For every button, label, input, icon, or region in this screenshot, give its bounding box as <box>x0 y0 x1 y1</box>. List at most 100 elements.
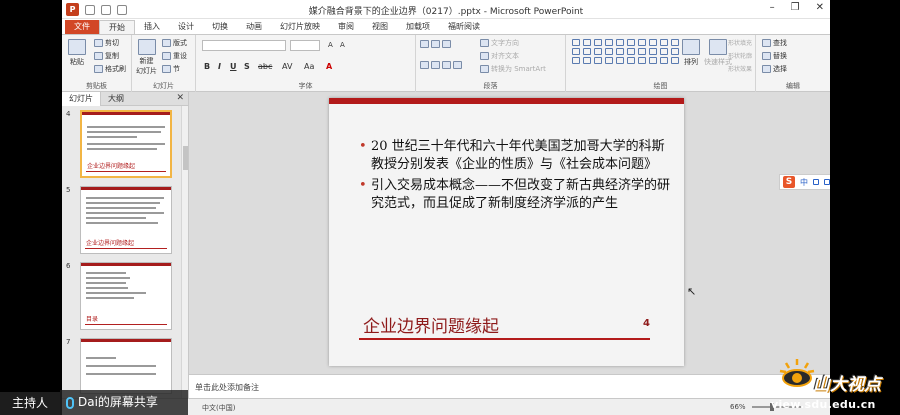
tab-insert[interactable]: 插入 <box>135 20 169 34</box>
ribbon-tabs: 文件 开始 插入 设计 切换 动画 幻灯片放映 审阅 视图 加载项 福昕阅读 <box>62 19 830 34</box>
find-button[interactable]: 查找 <box>762 38 787 48</box>
slide-number: 5 <box>66 186 71 194</box>
tab-view[interactable]: 视图 <box>363 20 397 34</box>
underline-button[interactable]: U <box>230 62 237 71</box>
italic-button[interactable]: I <box>218 62 221 71</box>
slide-title[interactable]: 企业边界问题缘起 <box>363 312 499 337</box>
layout-button[interactable]: 版式 <box>162 38 187 48</box>
bullet-item: 引入交易成本概念——不但改变了新古典经济学的研究范式，而且促成了新制度经济学派的… <box>359 177 671 213</box>
smartart-button[interactable]: 转换为 SmartArt <box>480 64 546 74</box>
eye-logo-icon <box>779 359 815 387</box>
panel-tabs: 幻灯片 大纲 ✕ <box>62 91 188 106</box>
align-text-button[interactable]: 对齐文本 <box>480 51 519 61</box>
tab-home[interactable]: 开始 <box>99 20 135 34</box>
slide-canvas[interactable]: 20 世纪三十年代和六十年代美国芝加哥大学的科斯教授分别发表《企业的性质》与《社… <box>329 98 684 366</box>
close-icon[interactable]: ✕ <box>176 93 184 103</box>
bullets-icon[interactable] <box>420 40 451 48</box>
notes-placeholder: 单击此处添加备注 <box>195 383 259 392</box>
strikethrough-button[interactable]: abc <box>258 62 272 71</box>
change-case-button[interactable]: Aa <box>304 62 314 71</box>
section-icon <box>162 65 171 73</box>
tab-slideshow[interactable]: 幻灯片放映 <box>271 20 329 34</box>
shapes-gallery[interactable] <box>572 39 680 64</box>
new-slide-button[interactable]: 新建 幻灯片 <box>136 39 157 75</box>
copy-button[interactable]: 复制 <box>94 51 119 61</box>
text-direction-button[interactable]: 文字方向 <box>480 38 519 48</box>
restore-button[interactable]: ❐ <box>791 2 800 13</box>
group-label: 幻灯片 <box>153 82 174 90</box>
shape-outline-button[interactable]: 形状轮廓 <box>728 51 752 60</box>
section-button[interactable]: 节 <box>162 64 180 74</box>
host-label: 主持人 <box>0 392 60 415</box>
tab-addins[interactable]: 加载项 <box>397 20 439 34</box>
new-slide-icon <box>137 39 156 55</box>
text-direction-icon <box>480 39 489 47</box>
tab-animations[interactable]: 动画 <box>237 20 271 34</box>
shape-effects-button[interactable]: 形状效果 <box>728 64 752 73</box>
brand-url: view.sdu.edu.cn <box>771 398 876 411</box>
align-icon[interactable] <box>420 61 462 69</box>
shrink-font-icon[interactable]: A <box>340 41 345 49</box>
tab-slides[interactable]: 幻灯片 <box>62 91 101 106</box>
sogou-icon: S <box>783 176 795 188</box>
brand-text: 山大视点 <box>813 375 881 395</box>
group-font: A A B I U S abc AV Aa A 字体 <box>196 35 416 92</box>
thumbnail-caption: 企业边界问题缘起 <box>86 240 135 247</box>
arrange-button[interactable]: 排列 <box>682 39 700 67</box>
language-indicator[interactable]: 中文(中国) <box>202 403 235 413</box>
close-button[interactable]: ✕ <box>816 2 824 13</box>
arrange-icon <box>682 39 700 55</box>
slide-workspace: 20 世纪三十年代和六十年代美国芝加哥大学的科斯教授分别发表《企业的性质》与《社… <box>189 92 830 374</box>
layout-icon <box>162 39 171 47</box>
watermark-logo: 山大视点 view.sdu.edu.cn <box>765 348 900 415</box>
copy-icon <box>94 52 103 60</box>
char-spacing-button[interactable]: AV <box>282 62 292 71</box>
cut-button[interactable]: 剪切 <box>94 38 119 48</box>
tab-design[interactable]: 设计 <box>169 20 203 34</box>
window-title: 媒介融合背景下的企业边界（0217）.pptx - Microsoft Powe… <box>308 7 584 17</box>
tab-review[interactable]: 审阅 <box>329 20 363 34</box>
grow-font-icon[interactable]: A <box>328 41 333 49</box>
format-painter-button[interactable]: 格式刷 <box>94 64 126 74</box>
tab-file[interactable]: 文件 <box>65 20 99 34</box>
emoji-icon <box>824 179 830 185</box>
font-name-combo[interactable] <box>202 40 286 51</box>
font-color-button[interactable]: A <box>326 62 332 71</box>
reset-button[interactable]: 重设 <box>162 51 187 61</box>
notes-pane[interactable]: 单击此处添加备注 <box>189 374 830 398</box>
slide-body[interactable]: 20 世纪三十年代和六十年代美国芝加哥大学的科斯教授分别发表《企业的性质》与《社… <box>359 138 671 216</box>
slides-panel: 幻灯片 大纲 ✕ 4 企业边界问题缘起 5 企业边界问题缘起 6 目录 7 <box>62 91 189 398</box>
replace-icon <box>762 52 771 60</box>
group-editing: 查找 替换 选择 编辑 <box>756 35 830 92</box>
bullet-item: 20 世纪三十年代和六十年代美国芝加哥大学的科斯教授分别发表《企业的性质》与《社… <box>359 138 671 174</box>
ime-mode: 中 <box>800 177 808 187</box>
group-drawing: 排列 快速样式 形状填充 形状轮廓 形状效果 绘图 <box>566 35 756 92</box>
select-button[interactable]: 选择 <box>762 64 787 74</box>
group-label: 段落 <box>483 82 498 90</box>
thumbnail-caption: 企业边界问题缘起 <box>87 163 136 170</box>
minimize-button[interactable]: – <box>770 2 775 13</box>
group-label: 编辑 <box>786 82 800 90</box>
bold-button[interactable]: B <box>204 62 210 71</box>
screen-share-text: Dai的屏幕共享 <box>78 395 158 409</box>
title-bar: P 媒介融合背景下的企业边界（0217）.pptx - Microsoft Po… <box>62 0 830 19</box>
title-underline <box>359 338 650 340</box>
zoom-level[interactable]: 66% <box>730 403 746 411</box>
shadow-button[interactable]: S <box>244 62 250 71</box>
tab-transitions[interactable]: 切换 <box>203 20 237 34</box>
replace-button[interactable]: 替换 <box>762 51 787 61</box>
shape-fill-button[interactable]: 形状填充 <box>728 38 752 47</box>
ime-toolbar[interactable]: S 中 <box>779 174 830 190</box>
brush-icon <box>94 65 103 73</box>
tab-outline[interactable]: 大纲 <box>101 92 131 106</box>
punct-icon <box>813 179 819 185</box>
panel-scrollbar[interactable] <box>181 106 188 398</box>
paste-button[interactable]: 粘贴 <box>68 39 86 67</box>
mic-icon <box>66 396 74 409</box>
screen-share-banner: Dai的屏幕共享 <box>60 390 188 415</box>
select-icon <box>762 65 771 73</box>
quick-styles-icon <box>709 39 727 55</box>
tab-foxit[interactable]: 福昕阅读 <box>439 20 489 34</box>
font-size-combo[interactable] <box>290 40 320 51</box>
group-label: 字体 <box>298 82 313 90</box>
